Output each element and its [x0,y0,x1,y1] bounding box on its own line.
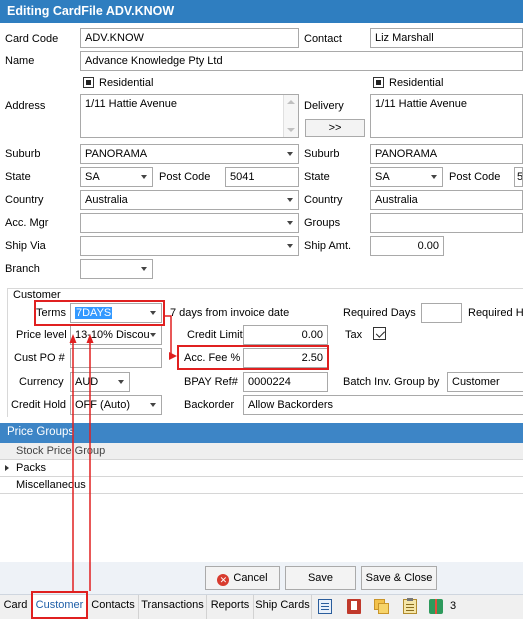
save-button[interactable]: Save [285,566,356,590]
row-cell: Packs [16,462,46,474]
credit-limit-label: Credit Limit [187,329,243,341]
credit-hold-dropdown[interactable]: OFF (Auto) [70,395,162,415]
currency-dropdown[interactable]: AUD [70,372,130,392]
bpay-field[interactable]: 0000224 [243,372,328,392]
tab-card[interactable]: Card [0,595,32,619]
notes-icon[interactable] [318,599,332,614]
ship-via-dropdown[interactable] [80,236,299,256]
postcode-label: Post Code [159,171,211,183]
residential-checkbox[interactable] [83,77,94,88]
name-field[interactable]: Advance Knowledge Pty Ltd [80,51,523,71]
contact-label: Contact [304,33,342,45]
delivery-residential-label: Residential [389,77,444,89]
customer-tab-highlight-box [31,591,88,619]
action-button-bar: ✕ Cancel Save Save & Close [0,562,523,594]
suburb-dropdown[interactable]: PANORAMA [80,144,299,164]
stock-price-group-column-header[interactable]: Stock Price Group [0,443,523,460]
terms-highlight-box [34,300,165,326]
state-dropdown[interactable]: SA [80,167,153,187]
delivery-state-dropdown[interactable]: SA [370,167,443,187]
batch-inv-label: Batch Inv. Group by [343,376,440,388]
delivery-text: 1/11 Hattie Avenue [375,98,467,110]
tax-checkbox[interactable] [373,327,386,340]
credit-limit-field[interactable]: 0.00 [243,325,328,345]
card-code-label: Card Code [5,33,59,45]
delivery-country-label: Country [304,194,343,206]
postcode-field[interactable]: 5041 [225,167,299,187]
gift-icon[interactable] [429,599,443,614]
delivery-label: Delivery [304,100,344,112]
card-details-pane: Card Code ADV.KNOW Contact Liz Marshall … [0,23,523,288]
delivery-textarea[interactable]: 1/11 Hattie Avenue [370,94,523,138]
credit-hold-label: Credit Hold [11,399,67,411]
contact-field[interactable]: Liz Marshall [370,28,523,48]
ship-via-label: Ship Via [5,240,46,252]
folders-icon[interactable] [374,599,389,614]
table-row[interactable]: Packs [0,460,523,477]
bpay-label: BPAY Ref# [184,376,238,388]
acc-mgr-dropdown[interactable] [80,213,299,233]
country-dropdown[interactable]: Australia [80,190,299,210]
delivery-state-label: State [304,171,330,183]
clipboard-icon[interactable] [403,598,417,614]
gift-count-badge: 3 [450,600,457,612]
ship-amt-label: Ship Amt. [304,240,352,252]
price-level-label: Price level [16,329,67,341]
documents-icon[interactable] [347,599,361,614]
groups-label: Groups [304,217,341,229]
address-text: 1/11 Hattie Avenue [85,98,177,110]
suburb-label: Suburb [5,148,41,160]
backorder-dropdown[interactable]: Allow Backorders [243,395,523,415]
country-label: Country [5,194,44,206]
address-scrollbar[interactable] [283,95,298,137]
row-cell: Miscellaneous [16,479,86,491]
currency-label: Currency [19,376,64,388]
ship-amt-field[interactable]: 0.00 [370,236,444,256]
branch-label: Branch [5,263,40,275]
price-level-dropdown[interactable]: 13-10% Discou [70,325,162,345]
delivery-suburb-label: Suburb [304,148,340,160]
cancel-label: Cancel [233,572,268,584]
acc-mgr-label: Acc. Mgr [5,217,49,229]
state-label: State [5,171,31,183]
cust-po-field[interactable] [70,348,162,368]
residential-label: Residential [99,77,154,89]
cancel-icon: ✕ [217,574,230,586]
tab-reports[interactable]: Reports [207,595,254,619]
tab-transactions[interactable]: Transactions [139,595,207,619]
backorder-label: Backorder [184,399,235,411]
delivery-suburb-dropdown[interactable]: PANORAMA [370,144,523,164]
copy-address-button[interactable]: >> [305,119,365,137]
delivery-postcode-label: Post Code [449,171,501,183]
address-textarea[interactable]: 1/11 Hattie Avenue [80,94,299,138]
name-label: Name [5,55,35,67]
row-selector-icon [5,465,9,471]
terms-description: 7 days from invoice date [170,307,290,319]
tab-contacts[interactable]: Contacts [88,595,139,619]
delivery-country-dropdown[interactable]: Australia [370,190,523,210]
address-label: Address [5,100,46,112]
required-days-label: Required Days [343,307,416,319]
batch-inv-dropdown[interactable]: Customer [447,372,523,392]
branch-dropdown[interactable] [80,259,153,279]
window-title: Editing CardFile ADV.KNOW [0,0,523,23]
tax-label: Tax [345,329,363,341]
table-row[interactable]: Miscellaneous [0,477,523,494]
cust-po-label: Cust PO # [14,352,65,364]
delivery-postcode-field[interactable]: 5 [514,167,523,187]
required-days-field[interactable] [421,303,462,323]
price-groups-header: Price Groups [0,423,523,443]
card-code-field[interactable]: ADV.KNOW [80,28,299,48]
save-close-button[interactable]: Save & Close [361,566,437,590]
required-hours-label: Required H [468,307,523,319]
tab-ship-cards[interactable]: Ship Cards [254,595,312,619]
acc-fee-highlight-box [177,345,329,370]
cancel-button[interactable]: ✕ Cancel [205,566,280,590]
groups-field[interactable] [370,213,523,233]
delivery-residential-checkbox[interactable] [373,77,384,88]
